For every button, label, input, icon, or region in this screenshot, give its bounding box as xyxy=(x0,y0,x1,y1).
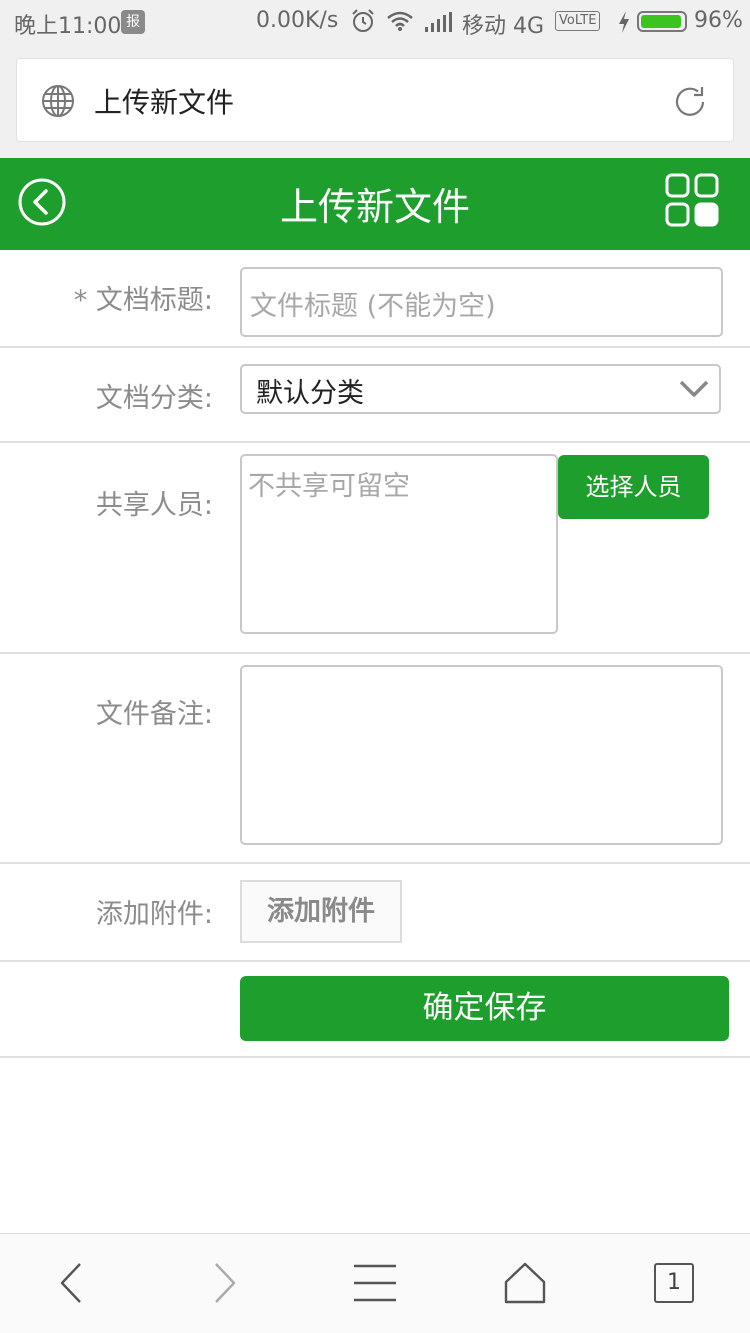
home-icon[interactable] xyxy=(502,1260,548,1306)
tab-count: 1 xyxy=(667,1270,681,1295)
carrier-label: 移动 4G xyxy=(462,14,545,39)
form-row-save: 确定保存 xyxy=(0,962,750,1058)
title-label: * 文档标题: xyxy=(73,285,213,316)
page-header: 上传新文件 xyxy=(0,158,750,250)
battery-icon xyxy=(637,11,687,32)
address-bar[interactable]: 上传新文件 xyxy=(16,58,734,142)
tabs-icon[interactable]: 1 xyxy=(654,1263,694,1303)
category-label: 文档分类: xyxy=(95,383,213,414)
reload-icon[interactable] xyxy=(671,83,709,121)
signal-icon xyxy=(425,12,452,32)
volte-badge: VoLTE xyxy=(555,11,601,31)
page-title: 上传新文件 xyxy=(279,185,470,229)
battery-level xyxy=(641,15,682,28)
select-people-button[interactable]: 选择人员 xyxy=(558,455,709,519)
category-select[interactable]: 默认分类 xyxy=(240,364,721,414)
share-label: 共享人员: xyxy=(95,490,213,521)
forward-arrow-icon[interactable] xyxy=(200,1260,246,1306)
chevron-down-icon xyxy=(679,380,709,397)
form-row-category: 文档分类: 默认分类 xyxy=(0,348,750,443)
address-title: 上传新文件 xyxy=(94,86,235,119)
browser-bottom-nav: 1 xyxy=(0,1233,750,1333)
category-value: 默认分类 xyxy=(256,378,364,409)
form-row-share: 共享人员: 不共享可留空 选择人员 xyxy=(0,443,750,654)
form-row-attach: 添加附件: 添加附件 xyxy=(0,864,750,962)
note-textarea[interactable] xyxy=(240,665,723,845)
battery-percent: 96% xyxy=(694,8,743,33)
grid-menu-icon[interactable] xyxy=(664,172,720,228)
share-placeholder: 不共享可留空 xyxy=(248,471,410,502)
wifi-icon xyxy=(387,11,413,31)
title-input[interactable]: 文件标题 (不能为空) xyxy=(240,267,723,337)
menu-icon[interactable] xyxy=(352,1260,398,1306)
attach-label: 添加附件: xyxy=(95,899,213,930)
network-speed: 0.00K/s xyxy=(256,8,339,33)
form-row-title: * 文档标题: 文件标题 (不能为空) xyxy=(0,250,750,348)
browser-address-area: 上传新文件 xyxy=(0,44,750,158)
globe-icon xyxy=(42,85,74,117)
status-bar: 晚上11:00 报 0.00K/s 移动 4G VoLTE 96% xyxy=(0,0,750,44)
app-notification-icon: 报 xyxy=(121,10,145,34)
alarm-icon xyxy=(352,9,374,32)
charging-icon xyxy=(619,11,629,33)
save-button[interactable]: 确定保存 xyxy=(240,976,729,1041)
note-label: 文件备注: xyxy=(95,699,213,730)
share-textarea[interactable]: 不共享可留空 xyxy=(240,454,558,634)
title-placeholder: 文件标题 (不能为空) xyxy=(250,291,496,322)
status-time: 晚上11:00 xyxy=(14,14,122,39)
add-attachment-button[interactable]: 添加附件 xyxy=(240,880,402,943)
back-arrow-icon[interactable] xyxy=(50,1260,96,1306)
form-row-note: 文件备注: xyxy=(0,654,750,864)
